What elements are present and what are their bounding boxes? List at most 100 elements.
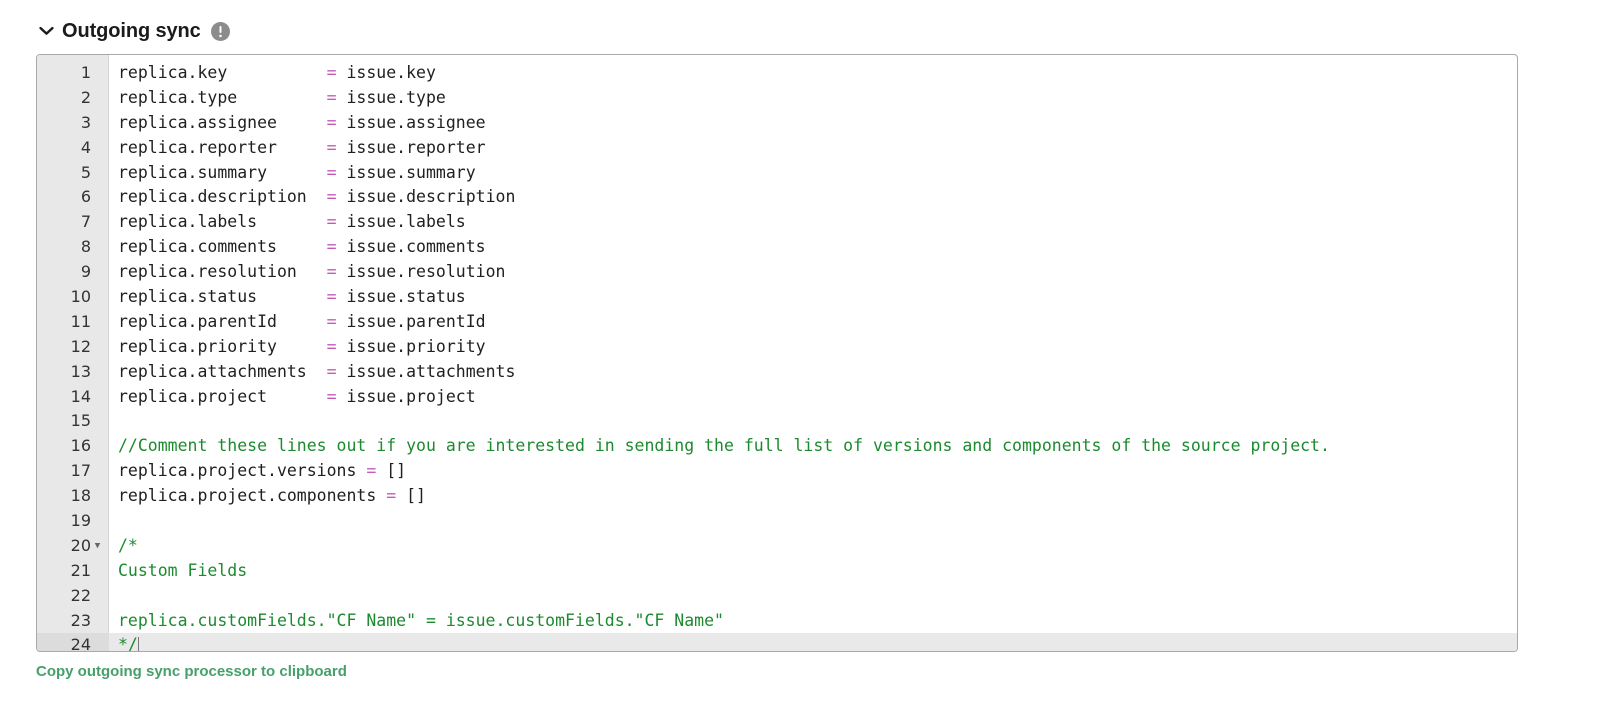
code-line-text[interactable]: replica.attachments = issue.attachments bbox=[109, 360, 1517, 385]
line-number-cell: 7 bbox=[37, 210, 109, 235]
code-line-text[interactable]: replica.status = issue.status bbox=[109, 285, 1517, 310]
code-line-text[interactable]: replica.project.versions = [] bbox=[109, 459, 1517, 484]
line-number-cell: 9 bbox=[37, 260, 109, 285]
code-token-plain: issue.attachments bbox=[336, 361, 516, 381]
code-line-text[interactable]: replica.customFields."CF Name" = issue.c… bbox=[109, 609, 1517, 634]
copy-outgoing-sync-processor-link[interactable]: Copy outgoing sync processor to clipboar… bbox=[36, 662, 347, 682]
code-token-op: = bbox=[326, 237, 337, 257]
line-number: 8 bbox=[80, 237, 91, 257]
code-line-text[interactable]: replica.description = issue.description bbox=[109, 185, 1517, 210]
line-number-cell: 18 bbox=[37, 484, 109, 509]
line-number: 4 bbox=[80, 137, 91, 157]
code-content[interactable]: 1 replica.key = issue.key 2 replica.type = … bbox=[37, 55, 1517, 651]
code-token-plain: replica.status bbox=[118, 287, 327, 307]
code-line[interactable]: 11 replica.parentId = issue.parentId bbox=[37, 310, 1517, 335]
line-number: 23 bbox=[70, 610, 91, 630]
code-line[interactable]: 7 replica.labels = issue.labels bbox=[37, 210, 1517, 235]
line-number-cell: 1 bbox=[37, 61, 109, 86]
code-line[interactable]: 19 bbox=[37, 509, 1517, 534]
code-token-op: = bbox=[326, 162, 337, 182]
code-line[interactable]: 2 replica.type = issue.type bbox=[37, 86, 1517, 111]
section-header[interactable]: Outgoing sync bbox=[36, 16, 230, 46]
code-token-op: = bbox=[326, 262, 337, 282]
script-editor-frame[interactable]: 1 replica.key = issue.key 2 replica.type = … bbox=[36, 54, 1518, 652]
line-number: 21 bbox=[70, 560, 91, 580]
code-line[interactable]: 8 replica.comments = issue.comments bbox=[37, 235, 1517, 260]
exclamation-circle-icon[interactable] bbox=[210, 21, 230, 41]
chevron-down-icon[interactable] bbox=[36, 21, 56, 41]
code-line[interactable]: 14 replica.project = issue.project bbox=[37, 385, 1517, 410]
code-line[interactable]: 10 replica.status = issue.status bbox=[37, 285, 1517, 310]
line-number: 13 bbox=[70, 361, 91, 381]
code-line[interactable]: 22 bbox=[37, 584, 1517, 609]
code-line[interactable]: 3 replica.assignee = issue.assignee bbox=[37, 111, 1517, 136]
code-token-plain: issue.comments bbox=[336, 237, 486, 257]
code-token-plain: issue.labels bbox=[336, 212, 466, 232]
code-line-text[interactable]: replica.type = issue.type bbox=[109, 86, 1517, 111]
code-token-comment: /* bbox=[118, 535, 138, 555]
code-token-op: = bbox=[326, 212, 337, 232]
line-number-cell: 24 bbox=[37, 633, 109, 651]
code-line-text[interactable]: /* bbox=[109, 534, 1517, 559]
code-line-text[interactable] bbox=[109, 584, 1517, 609]
line-number-cell: 3 bbox=[37, 111, 109, 136]
line-number: 19 bbox=[70, 511, 91, 531]
code-line-text[interactable]: replica.priority = issue.priority bbox=[109, 335, 1517, 360]
code-token-plain: [] bbox=[396, 486, 426, 506]
code-token-plain: issue.priority bbox=[336, 336, 486, 356]
code-line[interactable]: 13 replica.attachments = issue.attachment… bbox=[37, 360, 1517, 385]
line-number-cell: 17 bbox=[37, 459, 109, 484]
line-number: 12 bbox=[70, 336, 91, 356]
code-token-op: = bbox=[326, 361, 337, 381]
code-line[interactable]: 21 Custom Fields bbox=[37, 559, 1517, 584]
code-line-text[interactable]: Custom Fields bbox=[109, 559, 1517, 584]
code-line-text[interactable]: replica.parentId = issue.parentId bbox=[109, 310, 1517, 335]
code-line[interactable]: 4 replica.reporter = issue.reporter bbox=[37, 136, 1517, 161]
code-line[interactable]: 5 replica.summary = issue.summary bbox=[37, 161, 1517, 186]
line-number: 2 bbox=[80, 87, 91, 107]
code-line[interactable]: 17 replica.project.versions = [] bbox=[37, 459, 1517, 484]
code-line[interactable]: 15 bbox=[37, 409, 1517, 434]
code-line-text[interactable]: replica.resolution = issue.resolution bbox=[109, 260, 1517, 285]
line-number-cell: 12 bbox=[37, 335, 109, 360]
outgoing-sync-panel: Outgoing sync 1 replica.key = issue.key 2 r… bbox=[0, 0, 1600, 715]
code-line[interactable]: 6 replica.description = issue.description bbox=[37, 185, 1517, 210]
line-number: 11 bbox=[70, 311, 91, 331]
code-line-text[interactable]: replica.summary = issue.summary bbox=[109, 161, 1517, 186]
code-line-text[interactable]: replica.assignee = issue.assignee bbox=[109, 111, 1517, 136]
code-token-plain: issue.reporter bbox=[336, 137, 486, 157]
line-number-cell: 20 ▼ bbox=[37, 534, 109, 559]
code-line[interactable]: 18 replica.project.components = [] bbox=[37, 484, 1517, 509]
code-line[interactable]: 1 replica.key = issue.key bbox=[37, 61, 1517, 86]
code-line-text[interactable]: */ bbox=[109, 633, 1517, 651]
line-number: 20 bbox=[70, 535, 91, 555]
code-token-plain: issue.summary bbox=[336, 162, 476, 182]
code-line-text[interactable]: replica.key = issue.key bbox=[109, 61, 1517, 86]
code-token-plain: issue.assignee bbox=[336, 112, 486, 132]
line-number-cell: 19 bbox=[37, 509, 109, 534]
code-line[interactable]: 9 replica.resolution = issue.resolution bbox=[37, 260, 1517, 285]
code-line[interactable]: 12 replica.priority = issue.priority bbox=[37, 335, 1517, 360]
code-line-text[interactable]: replica.project.components = [] bbox=[109, 484, 1517, 509]
line-number-cell: 21 bbox=[37, 559, 109, 584]
code-line-text[interactable]: replica.comments = issue.comments bbox=[109, 235, 1517, 260]
code-line-text[interactable] bbox=[109, 409, 1517, 434]
code-line-text[interactable]: replica.project = issue.project bbox=[109, 385, 1517, 410]
code-line-text[interactable]: //Comment these lines out if you are int… bbox=[109, 434, 1517, 459]
code-line[interactable]: 16 //Comment these lines out if you are i… bbox=[37, 434, 1517, 459]
code-line[interactable]: 20 ▼ /* bbox=[37, 534, 1517, 559]
code-token-op: = bbox=[326, 287, 337, 307]
line-number-cell: 8 bbox=[37, 235, 109, 260]
code-token-plain: replica.description bbox=[118, 187, 327, 207]
code-line-text[interactable] bbox=[109, 509, 1517, 534]
script-editor-scroll[interactable]: 1 replica.key = issue.key 2 replica.type = … bbox=[37, 55, 1517, 651]
code-line[interactable]: 23 replica.customFields."CF Name" = issue… bbox=[37, 609, 1517, 634]
code-token-plain: replica.summary bbox=[118, 162, 327, 182]
code-token-plain: replica.assignee bbox=[118, 112, 327, 132]
code-line-text[interactable]: replica.reporter = issue.reporter bbox=[109, 136, 1517, 161]
line-number: 17 bbox=[70, 461, 91, 481]
fold-toggle-icon[interactable]: ▼ bbox=[91, 541, 104, 551]
code-line[interactable]: 24 */ bbox=[37, 633, 1517, 651]
line-number: 15 bbox=[70, 411, 91, 431]
code-line-text[interactable]: replica.labels = issue.labels bbox=[109, 210, 1517, 235]
